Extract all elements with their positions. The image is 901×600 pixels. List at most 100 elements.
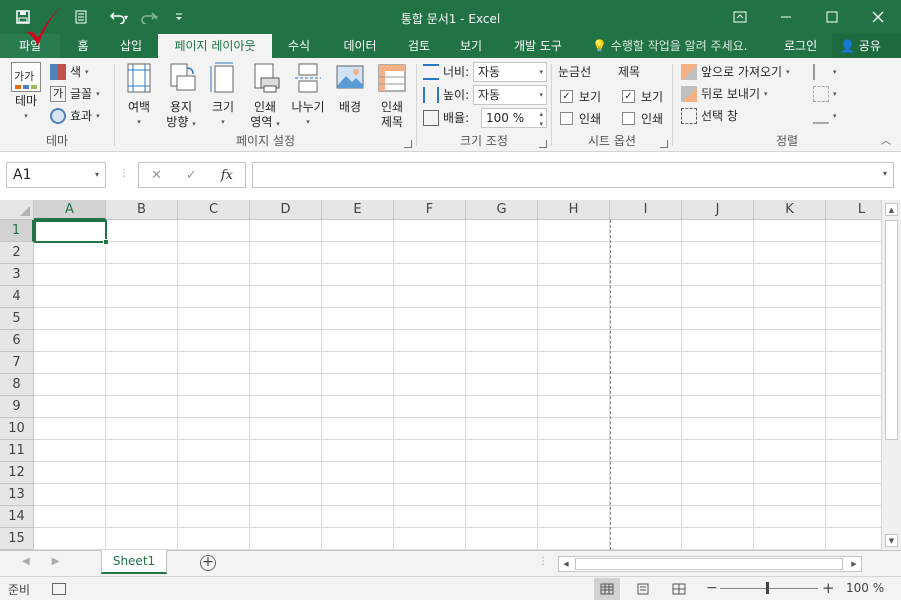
tab-review[interactable]: 검토 — [398, 34, 440, 58]
tab-data[interactable]: 데이터 — [332, 34, 388, 58]
breaks-button[interactable]: 나누기 ▾ — [287, 62, 329, 130]
row-header[interactable]: 3 — [0, 264, 34, 286]
row-header[interactable]: 8 — [0, 374, 34, 396]
row-header[interactable]: 13 — [0, 484, 34, 506]
height-select[interactable]: 자동 ▾ — [473, 85, 547, 105]
scroll-up-icon[interactable]: ▲ — [885, 203, 898, 216]
scroll-right-icon[interactable]: ▶ — [847, 557, 861, 571]
scroll-left-icon[interactable]: ◀ — [559, 557, 573, 571]
redo-button[interactable]: ▾ — [136, 6, 162, 28]
tab-split-handle-icon[interactable]: ⋮ — [538, 556, 548, 567]
row-header[interactable]: 12 — [0, 462, 34, 484]
zoom-level[interactable]: 100 % — [846, 581, 884, 595]
touch-mode-button[interactable] — [68, 6, 94, 28]
zoom-slider-track[interactable] — [720, 588, 818, 589]
active-cell[interactable] — [34, 220, 107, 243]
tab-formulas[interactable]: 수식 — [278, 34, 320, 58]
headings-view-checkbox[interactable]: ✓ 보기 — [622, 87, 663, 105]
sign-in-link[interactable]: 로그인 — [784, 34, 817, 58]
insert-function-icon[interactable]: fx — [221, 168, 233, 183]
normal-view-button[interactable] — [594, 578, 620, 600]
tab-home[interactable]: 홈 — [68, 34, 98, 58]
column-header[interactable]: A — [34, 200, 106, 220]
next-sheet-icon[interactable]: ▶ — [52, 556, 60, 567]
fill-handle[interactable] — [103, 239, 109, 245]
row-header[interactable]: 5 — [0, 308, 34, 330]
row-header[interactable]: 11 — [0, 440, 34, 462]
select-all-button[interactable] — [0, 200, 34, 220]
align-button[interactable]: ▾ — [813, 62, 837, 82]
headings-print-checkbox[interactable]: 인쇄 — [622, 109, 663, 127]
page-setup-launcher[interactable] — [404, 140, 412, 148]
colors-button[interactable]: 색 ▾ — [50, 62, 89, 82]
chevron-down-icon[interactable]: ▾ — [539, 115, 543, 133]
column-header[interactable]: C — [178, 200, 250, 220]
share-button[interactable]: 👤 공유 — [832, 34, 901, 58]
size-button[interactable]: 크기 ▾ — [207, 62, 239, 130]
tab-developer[interactable]: 개발 도구 — [504, 34, 572, 58]
column-header[interactable]: F — [394, 200, 466, 220]
tab-insert[interactable]: 삽입 — [110, 34, 152, 58]
rotate-button[interactable]: ▾ — [813, 106, 837, 126]
tab-page-layout[interactable]: 페이지 레이아웃 — [158, 34, 272, 58]
effects-button[interactable]: 효과 ▾ — [50, 106, 100, 126]
column-header[interactable]: L — [826, 200, 881, 220]
enter-icon[interactable]: ✓ — [186, 168, 197, 183]
cell-area[interactable] — [34, 220, 881, 550]
close-button[interactable] — [855, 0, 901, 34]
row-header[interactable]: 4 — [0, 286, 34, 308]
page-break-view-button[interactable] — [666, 578, 692, 600]
row-header[interactable]: 14 — [0, 506, 34, 528]
undo-button[interactable]: ▾ — [106, 6, 132, 28]
row-header[interactable]: 15 — [0, 528, 34, 550]
new-sheet-icon[interactable]: + — [200, 555, 216, 571]
row-header[interactable]: 1 — [0, 220, 34, 242]
print-titles-button[interactable]: 인쇄 제목 — [373, 62, 411, 130]
formula-input[interactable]: ▾ — [252, 162, 894, 188]
column-header[interactable]: G — [466, 200, 538, 220]
minimize-button[interactable] — [763, 0, 809, 34]
gridlines-view-checkbox[interactable]: ✓ 보기 — [560, 87, 601, 105]
zoom-slider-thumb[interactable] — [766, 582, 769, 594]
horizontal-scrollbar[interactable]: ◀ ▶ — [558, 556, 862, 572]
send-backward-button[interactable]: 뒤로 보내기 ▾ — [681, 84, 768, 104]
bring-forward-button[interactable]: 앞으로 가져오기 ▾ — [681, 62, 790, 82]
row-header[interactable]: 2 — [0, 242, 34, 264]
collapse-ribbon-icon[interactable]: ︿ — [881, 132, 891, 147]
scale-to-fit-launcher[interactable] — [539, 140, 547, 148]
maximize-button[interactable] — [809, 0, 855, 34]
fonts-button[interactable]: 가 글꼴 ▾ — [50, 84, 100, 104]
customize-qat-button[interactable] — [166, 6, 192, 28]
tell-me-box[interactable]: 💡 수행할 작업을 알려 주세요. — [592, 34, 747, 58]
zoom-in-icon[interactable]: + — [822, 579, 835, 597]
more-icon[interactable]: ⋮ — [119, 168, 129, 179]
gridlines-print-checkbox[interactable]: 인쇄 — [560, 109, 601, 127]
print-area-button[interactable]: 인쇄 영역 ▾ — [245, 62, 285, 132]
row-header[interactable]: 6 — [0, 330, 34, 352]
tab-view[interactable]: 보기 — [450, 34, 492, 58]
horizontal-scroll-thumb[interactable] — [575, 558, 843, 570]
vertical-scroll-thumb[interactable] — [885, 220, 898, 440]
column-header[interactable]: J — [682, 200, 754, 220]
selection-pane-button[interactable]: 선택 창 — [681, 106, 738, 126]
group-objects-button[interactable]: ▾ — [813, 84, 837, 104]
macro-record-icon[interactable] — [52, 583, 66, 595]
width-select[interactable]: 자동 ▾ — [473, 62, 547, 82]
orientation-button[interactable]: 용지 방향 ▾ — [161, 62, 201, 132]
themes-button[interactable]: 가가 테마 ▾ — [6, 62, 46, 124]
column-header[interactable]: H — [538, 200, 610, 220]
column-header[interactable]: I — [610, 200, 682, 220]
vertical-scrollbar[interactable]: ▲ ▼ — [881, 200, 901, 550]
previous-sheet-icon[interactable]: ◀ — [22, 556, 30, 567]
row-header[interactable]: 9 — [0, 396, 34, 418]
column-header[interactable]: B — [106, 200, 178, 220]
name-box[interactable]: A1 ▾ — [6, 162, 106, 188]
page-layout-view-button[interactable] — [630, 578, 656, 600]
scale-spinner[interactable]: 100 % ▴ ▾ — [481, 108, 547, 128]
cancel-icon[interactable]: ✕ — [151, 168, 162, 183]
column-header[interactable]: D — [250, 200, 322, 220]
sheet-tab[interactable]: Sheet1 — [101, 550, 167, 574]
background-button[interactable]: 배경 — [331, 62, 369, 115]
column-header[interactable]: K — [754, 200, 826, 220]
zoom-out-icon[interactable]: − — [706, 580, 718, 596]
